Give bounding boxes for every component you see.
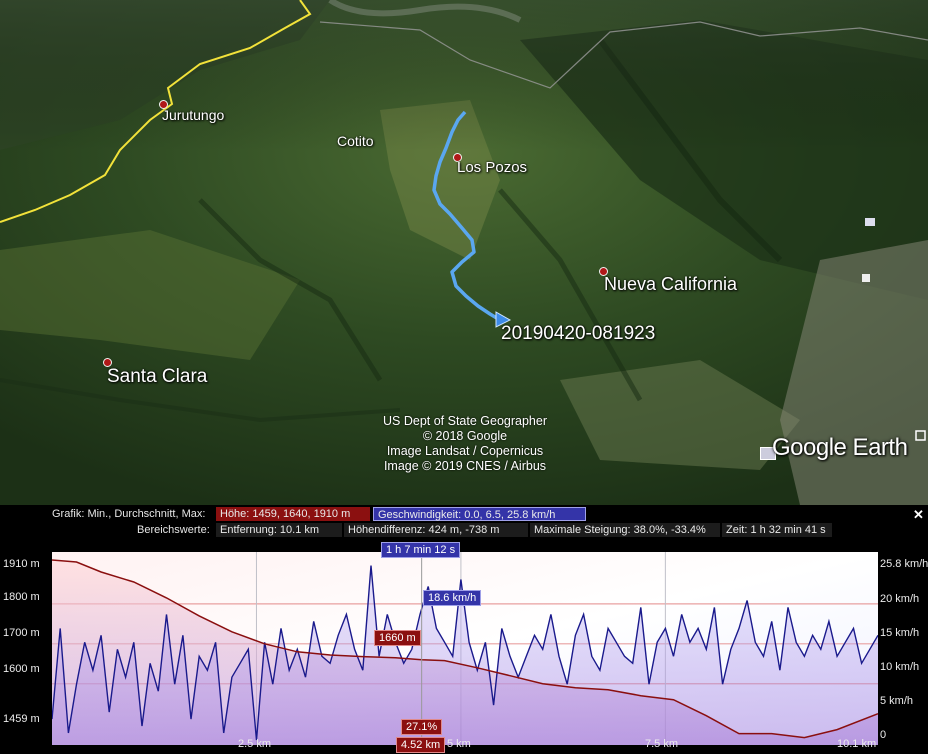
elevation-profile-panel: Grafik: Min., Durchschnitt, Max: Höhe: 1… (0, 505, 928, 754)
track-label[interactable]: 20190420-081923 (501, 323, 655, 345)
y-right-tick: 5 km/h (880, 695, 914, 707)
time-stat: Zeit: 1 h 32 min 41 s (722, 523, 832, 537)
speed-stats[interactable]: Geschwindigkeit: 0.0, 6.5, 25.8 km/h (373, 507, 586, 521)
place-label-nueva-california[interactable]: Nueva California (604, 274, 737, 295)
close-icon[interactable]: ✕ (913, 507, 924, 523)
elevation-diff-stat: Höhendifferenz: 424 m, -738 m (344, 523, 528, 537)
elevation-stats[interactable]: Höhe: 1459, 1640, 1910 m (216, 507, 370, 521)
attribution-line: Image © 2019 CNES / Airbus (383, 459, 547, 473)
y-right-tick: 20 km/h (880, 593, 920, 605)
attribution-line: US Dept of State Geographer (383, 414, 547, 428)
google-earth-logo: Google Earth (772, 434, 908, 461)
cursor-speed-tag: 18.6 km/h (423, 590, 482, 606)
max-grade-stat: Maximale Steigung: 38.0%, -33.4% (530, 523, 720, 537)
place-label-los-pozos[interactable]: Los Pozos (457, 159, 527, 176)
building-icon (865, 218, 875, 226)
y-left-tick: 1700 m (3, 627, 40, 639)
place-label-jurutungo[interactable]: Jurutungo (162, 107, 224, 123)
grafik-label: Grafik: Min., Durchschnitt, Max: (52, 508, 206, 520)
cursor-grade-tag: 27.1% (401, 719, 443, 735)
x-tick: 2.5 km (238, 738, 272, 750)
building-icon (862, 274, 870, 282)
place-label-cotito[interactable]: Cotito (337, 133, 374, 149)
y-right-tick: 15 km/h (880, 627, 920, 639)
y-left-tick: 1459 m (3, 713, 40, 725)
x-tick: 10.1 km (837, 738, 877, 750)
attribution-line: © 2018 Google (422, 429, 508, 443)
y-right-tick: 0 (880, 729, 887, 741)
y-left-tick: 1800 m (3, 591, 40, 603)
map-attribution: US Dept of State Geographer © 2018 Googl… (340, 414, 590, 474)
x-tick: 5 km (447, 738, 471, 750)
y-left-tick: 1910 m (3, 558, 40, 570)
attribution-line: Image Landsat / Copernicus (386, 444, 544, 458)
y-left-tick: 1600 m (3, 663, 40, 675)
y-right-tick: 10 km/h (880, 661, 920, 673)
cursor-elevation-tag: 1660 m (374, 630, 421, 646)
profile-chart[interactable] (52, 552, 878, 745)
map-view[interactable]: Jurutungo Cotito Los Pozos Nueva Califor… (0, 0, 928, 505)
distance-stat: Entfernung: 10.1 km (216, 523, 342, 537)
range-values-label: Bereichswerte: (137, 524, 210, 536)
cursor-distance-tag: 4.52 km (396, 737, 446, 753)
cursor-time-tag: 1 h 7 min 12 s (381, 542, 461, 558)
place-label-santa-clara[interactable]: Santa Clara (107, 366, 207, 388)
x-tick: 7.5 km (645, 738, 679, 750)
y-right-tick: 25.8 km/h (880, 558, 928, 570)
